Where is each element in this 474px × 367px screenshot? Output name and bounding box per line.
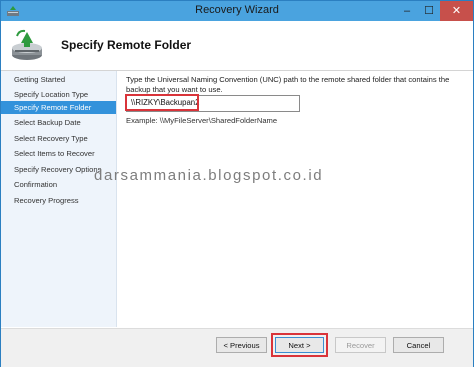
maximize-button[interactable]: ☐ — [418, 1, 440, 21]
example-text: Example: \\MyFileServer\SharedFolderName — [126, 116, 278, 125]
previous-button[interactable]: < Previous — [216, 337, 267, 353]
nav-step-select-items-to-recover[interactable]: Select Items to Recover — [1, 147, 116, 160]
close-button[interactable]: ✕ — [440, 1, 473, 21]
instruction-text: Type the Universal Naming Convention (UN… — [126, 75, 450, 94]
title-bar[interactable]: Recovery Wizard – ☐ ✕ — [1, 1, 473, 21]
next-highlight-box — [271, 333, 328, 357]
cancel-button[interactable]: Cancel — [393, 337, 444, 353]
nav-step-recovery-progress[interactable]: Recovery Progress — [1, 194, 116, 207]
nav-step-specify-remote-folder[interactable]: Specify Remote Folder — [1, 101, 116, 114]
backup-restore-icon — [12, 29, 42, 60]
watermark-text: darsammania.blogspot.co.id — [94, 167, 324, 184]
minimize-button[interactable]: – — [396, 1, 418, 21]
wizard-header: Specify Remote Folder — [1, 21, 473, 71]
nav-step-select-backup-date[interactable]: Select Backup Date — [1, 116, 116, 129]
nav-step-getting-started[interactable]: Getting Started — [1, 73, 116, 86]
path-highlight-box — [125, 94, 199, 111]
page-heading: Specify Remote Folder — [61, 38, 192, 52]
nav-step-specify-location-type[interactable]: Specify Location Type — [1, 88, 116, 101]
nav-step-select-recovery-type[interactable]: Select Recovery Type — [1, 132, 116, 145]
recovery-wizard-window: Recovery Wizard – ☐ ✕ Specify Remote Fol… — [0, 0, 474, 367]
recover-button[interactable]: Recover — [335, 337, 386, 353]
wizard-steps-nav: Getting Started Specify Location Type Sp… — [1, 71, 117, 327]
